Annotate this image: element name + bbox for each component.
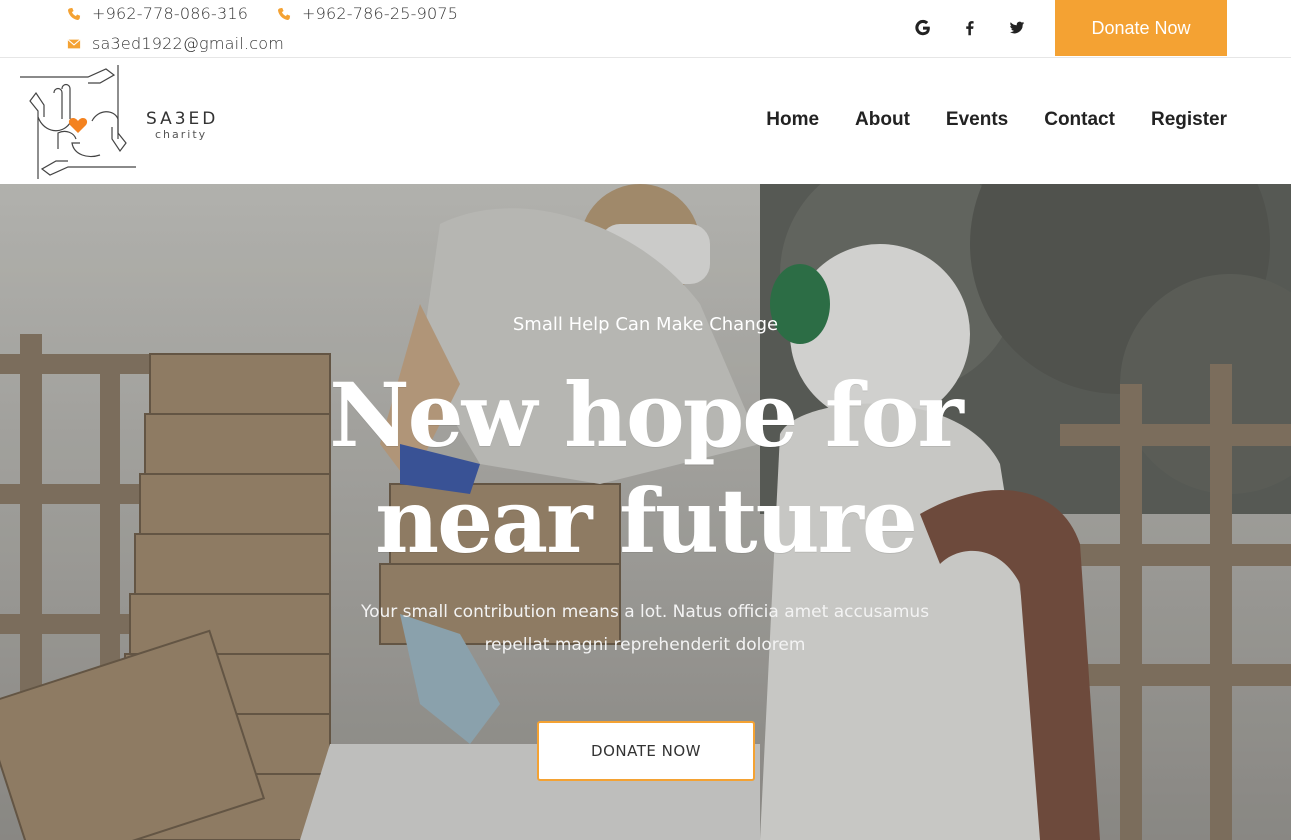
hero-donate-button[interactable]: DONATE NOW	[537, 721, 755, 781]
phone-contact-2[interactable]: +962-786-25-9075	[276, 4, 458, 23]
email-address: sa3ed1922@gmail.com	[92, 34, 284, 53]
phone-contact-1[interactable]: +962-778-086-316	[66, 4, 248, 23]
brand-name: SA3ED	[146, 109, 219, 129]
nav-events[interactable]: Events	[946, 109, 1008, 131]
email-contact[interactable]: sa3ed1922@gmail.com	[66, 34, 284, 53]
phone-number-1: +962-778-086-316	[92, 4, 249, 23]
nav-about[interactable]: About	[855, 109, 910, 131]
nav-home[interactable]: Home	[766, 109, 819, 131]
hero-kicker: Small Help Can Make Change	[512, 314, 779, 335]
logo[interactable]: SA3ED charity	[18, 63, 218, 183]
phone-icon	[66, 6, 82, 22]
hero-headline: New hope for near future	[0, 362, 1291, 574]
site-header: SA3ED charity Home About Events Contact …	[0, 59, 1291, 184]
phone-icon	[276, 6, 292, 22]
google-icon[interactable]	[911, 16, 935, 40]
hero-banner: Small Help Can Make Change New hope for …	[0, 184, 1291, 840]
nav-register[interactable]: Register	[1151, 109, 1227, 131]
hero-headline-line-2: near future	[375, 469, 918, 573]
envelope-icon	[66, 36, 82, 52]
hero-description: Your small contribution means a lot. Nat…	[360, 602, 930, 655]
top-bar: +962-778-086-316 +962-786-25-9075 sa3ed1…	[0, 0, 1291, 58]
brand-tagline: charity	[155, 128, 208, 141]
phone-number-2: +962-786-25-9075	[302, 4, 459, 23]
donate-now-button[interactable]: Donate Now	[1055, 0, 1227, 56]
main-nav: Home About Events Contact Register	[730, 109, 1227, 131]
hero-headline-line-1: New hope for	[329, 363, 964, 467]
nav-contact[interactable]: Contact	[1044, 109, 1115, 131]
facebook-icon[interactable]	[958, 16, 982, 40]
twitter-icon[interactable]	[1005, 16, 1029, 40]
